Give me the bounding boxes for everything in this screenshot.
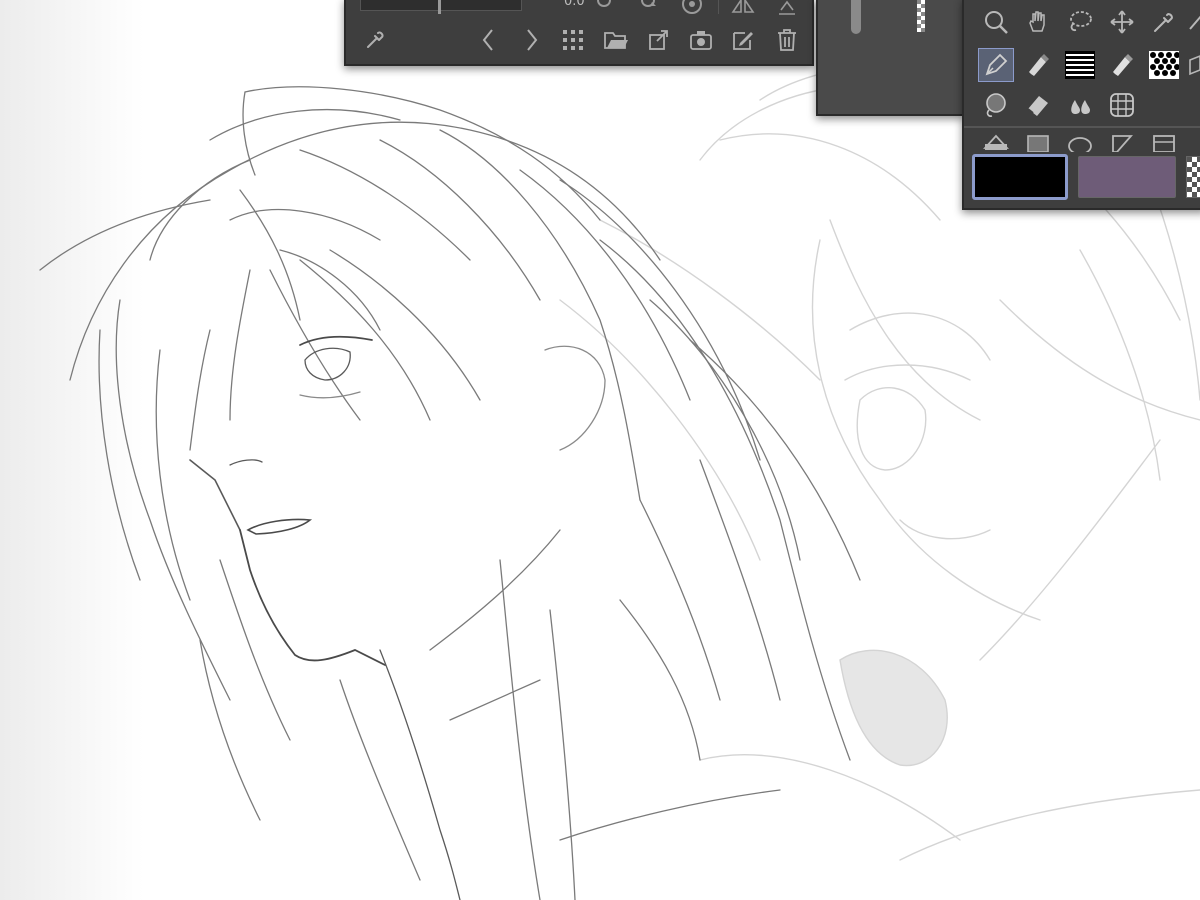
flip-horizontal-icon <box>731 0 755 13</box>
opacity-panel <box>816 0 964 116</box>
chevron-right-icon <box>527 29 538 51</box>
zoom-tool[interactable] <box>978 5 1014 39</box>
brush-icon <box>1113 54 1133 76</box>
eyedropper-icon <box>367 31 384 48</box>
transparent-color-swatch[interactable] <box>1186 156 1200 198</box>
ellipse-icon <box>1068 137 1092 152</box>
move-icon <box>1110 10 1134 34</box>
hand-icon <box>1029 11 1045 32</box>
eyedropper-icon <box>1154 13 1173 32</box>
flip-vertical-button[interactable] <box>774 0 800 16</box>
gradient-tool[interactable] <box>978 130 1014 154</box>
reset-rotation-icon <box>682 0 702 14</box>
cube-icon <box>1189 55 1200 76</box>
screentone-icon <box>1149 51 1179 79</box>
grid-ruler-tool[interactable] <box>1104 88 1140 122</box>
more-tool[interactable] <box>1186 5 1200 39</box>
flip-vertical-icon <box>779 0 795 15</box>
eraser-tool[interactable] <box>1020 88 1056 122</box>
angle-readout: 0.0 <box>564 0 585 9</box>
opacity-slider-track[interactable] <box>851 0 861 34</box>
brush-tool[interactable] <box>1104 48 1140 82</box>
gradient-icon <box>983 134 1009 150</box>
pen-icon <box>985 53 1008 76</box>
ruler-icon <box>1112 135 1133 152</box>
snapshot-button[interactable] <box>686 26 716 54</box>
navigator-panel: 0.0 <box>344 0 814 66</box>
grid-icon <box>563 30 583 50</box>
grid-view-button[interactable] <box>558 26 588 54</box>
chevron-left-icon <box>482 29 493 51</box>
marker-tool[interactable] <box>1020 48 1056 82</box>
trash-icon <box>778 29 796 51</box>
rotate-left-button[interactable] <box>592 0 616 14</box>
fill-icon <box>1071 100 1090 114</box>
hand-tool[interactable] <box>1020 5 1056 39</box>
shape-icon <box>1027 135 1049 152</box>
frame-tool[interactable] <box>1146 130 1182 154</box>
zoom-slider-handle[interactable] <box>438 0 441 14</box>
marker-icon <box>1029 54 1049 76</box>
sub-color-swatch[interactable] <box>1078 156 1176 198</box>
ruler-tool[interactable] <box>1104 130 1140 154</box>
move-tool[interactable] <box>1104 5 1140 39</box>
palette-divider <box>964 126 1200 128</box>
blend-icon <box>986 93 1006 117</box>
navigator-preview[interactable] <box>360 0 522 11</box>
fill-tool[interactable] <box>1062 88 1098 122</box>
ellipse-tool[interactable] <box>1062 130 1098 154</box>
toolbar-separator <box>718 0 719 14</box>
grid-ruler-icon <box>1110 93 1134 117</box>
previous-button[interactable] <box>474 26 502 54</box>
hatching-tool[interactable] <box>1062 48 1098 82</box>
open-folder-button[interactable] <box>600 26 632 54</box>
eyedropper-tool[interactable] <box>1146 5 1182 39</box>
edit-note-button[interactable] <box>728 26 758 54</box>
camera-icon <box>690 31 712 50</box>
eyedropper-button[interactable] <box>360 26 390 54</box>
shape-tool[interactable] <box>1020 130 1056 154</box>
tool-palette <box>962 0 1200 210</box>
transparency-strip <box>917 0 925 32</box>
extra-tool[interactable] <box>1186 48 1200 82</box>
edit-note-icon <box>733 32 753 50</box>
export-icon <box>649 30 668 50</box>
next-button[interactable] <box>518 26 546 54</box>
brush-partial-icon <box>1189 15 1200 30</box>
blend-tool[interactable] <box>978 88 1014 122</box>
reset-rotation-button[interactable] <box>680 0 704 16</box>
main-color-swatch[interactable] <box>972 154 1068 200</box>
screentone-tool[interactable] <box>1146 48 1182 82</box>
rotate-left-icon <box>597 0 611 7</box>
flip-horizontal-button[interactable] <box>730 0 756 16</box>
rotate-right-icon <box>641 0 656 7</box>
export-button[interactable] <box>644 26 674 54</box>
zoom-icon <box>985 11 1008 34</box>
open-folder-icon <box>604 32 628 49</box>
frame-icon <box>1153 135 1175 152</box>
lasso-icon <box>1070 11 1092 32</box>
lasso-tool[interactable] <box>1062 5 1098 39</box>
delete-button[interactable] <box>772 26 802 54</box>
hatching-icon <box>1065 51 1095 79</box>
rotate-right-button[interactable] <box>636 0 660 14</box>
pen-tool[interactable] <box>978 48 1014 82</box>
eraser-icon <box>1027 96 1048 116</box>
